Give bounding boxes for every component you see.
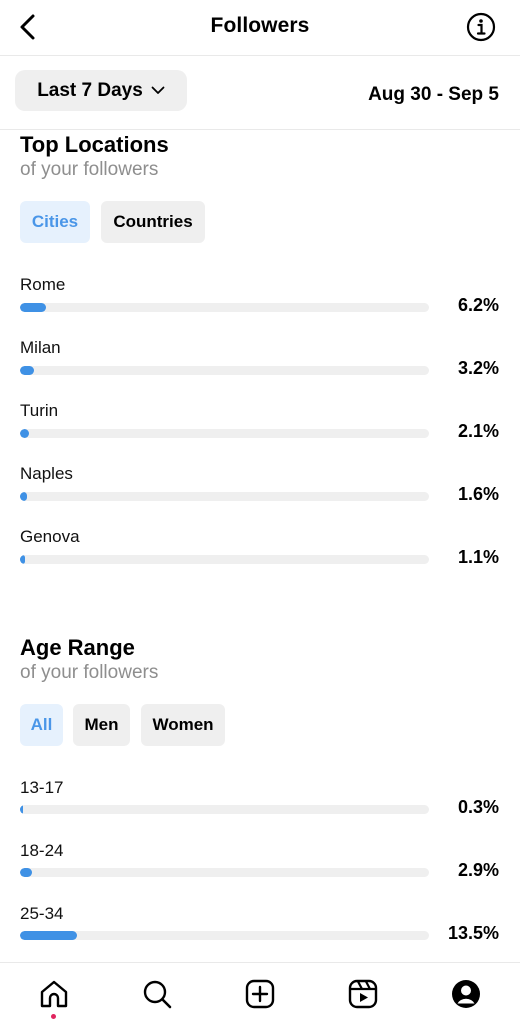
location-percent: 3.2% [457, 358, 499, 378]
location-percent: 1.1% [457, 547, 499, 567]
location-bar-track [20, 303, 429, 312]
location-bar-fill [20, 303, 47, 312]
tab-cities[interactable]: Cities [20, 201, 90, 243]
location-bar-track [20, 492, 429, 501]
home-icon [40, 980, 68, 1008]
info-icon [466, 12, 496, 42]
age-bar-track [20, 868, 429, 877]
notification-dot [51, 1014, 56, 1019]
add-post-icon [245, 979, 275, 1009]
tab-countries[interactable]: Countries [101, 201, 205, 243]
nav-profile[interactable] [449, 977, 483, 1011]
bottom-navigation [0, 962, 520, 1024]
date-filter-bar: Last 7 Days Aug 30 - Sep 5 [0, 56, 520, 130]
nav-create[interactable] [243, 977, 277, 1011]
location-bar-track [20, 555, 429, 564]
location-bar-fill [20, 555, 25, 564]
page-title: Followers [210, 14, 310, 37]
age-percent: 2.9% [457, 860, 499, 880]
location-percent: 2.1% [457, 421, 499, 441]
age-bar-track [20, 931, 429, 940]
age-range-title: Age Range [20, 635, 135, 660]
age-bar-fill [20, 805, 23, 814]
location-bar-fill [20, 492, 27, 501]
tab-women[interactable]: Women [141, 704, 225, 746]
age-percent: 13.5% [447, 923, 499, 943]
app-header: Followers [0, 0, 520, 56]
location-label: Naples [20, 464, 73, 483]
reels-icon [348, 979, 378, 1009]
age-bar-fill [20, 868, 33, 877]
top-locations-subtitle: of your followers [20, 159, 159, 180]
age-range-subtitle: of your followers [20, 662, 159, 683]
location-label: Genova [20, 527, 80, 546]
tab-all[interactable]: All [20, 704, 63, 746]
age-bar-fill [20, 931, 77, 940]
location-percent: 6.2% [457, 295, 499, 315]
nav-reels[interactable] [346, 977, 380, 1011]
location-bar-fill [20, 366, 34, 375]
age-label: 13-17 [20, 778, 64, 797]
profile-icon [452, 980, 480, 1008]
period-label: Last 7 Days [37, 79, 143, 101]
age-percent: 0.3% [457, 797, 499, 817]
location-bar-fill [20, 429, 29, 438]
location-percent: 1.6% [457, 484, 499, 504]
chevron-down-icon [151, 86, 165, 94]
age-label: 18-24 [20, 841, 64, 860]
location-bar-track [20, 429, 429, 438]
nav-home[interactable] [37, 977, 71, 1011]
date-range: Aug 30 - Sep 5 [368, 84, 499, 105]
search-icon [143, 980, 172, 1009]
location-label: Milan [20, 338, 61, 357]
period-dropdown[interactable]: Last 7 Days [15, 70, 187, 111]
location-label: Turin [20, 401, 59, 420]
tab-men[interactable]: Men [73, 704, 130, 746]
location-label: Rome [20, 275, 66, 294]
nav-search[interactable] [140, 977, 174, 1011]
age-label: 25-34 [20, 904, 64, 923]
age-bar-track [20, 805, 429, 814]
info-button[interactable] [466, 12, 496, 42]
top-locations-title: Top Locations [20, 132, 169, 157]
location-bar-track [20, 366, 429, 375]
